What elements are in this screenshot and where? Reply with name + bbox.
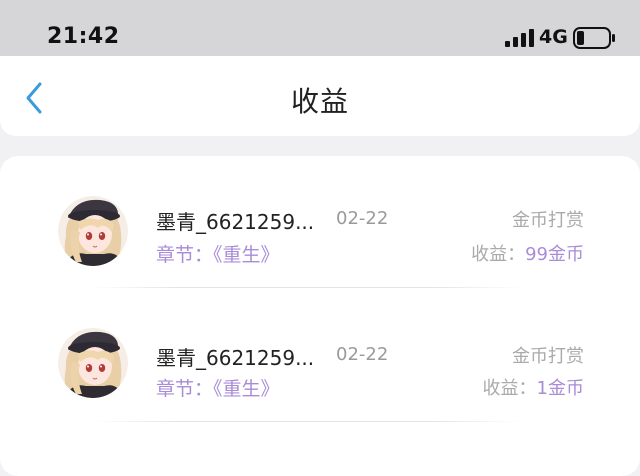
avatar (58, 328, 128, 398)
earning-amount: 1金币 (536, 378, 584, 399)
list-item[interactable]: 墨青_6621259... 02-22 章节：《重生》 金币打赏 收益：99金币 (0, 156, 640, 286)
date: 02-22 (336, 208, 389, 229)
page-title: 收益 (290, 85, 349, 118)
nav-bar: 收益 (0, 56, 640, 136)
reward-type: 金币打赏 (512, 346, 584, 367)
signal-bars-icon (505, 29, 534, 47)
network-label: 4G (539, 26, 568, 48)
battery-low-icon (573, 27, 615, 49)
chapter-label: 章节：《重生》 (156, 378, 280, 400)
username: 墨青_6621259... (156, 210, 315, 234)
earning-label: 收益： (482, 378, 537, 399)
earning-label: 收益： (471, 244, 526, 265)
reward-type: 金币打赏 (512, 210, 584, 231)
earning: 收益：99金币 (471, 240, 584, 266)
chapter-label: 章节：《重生》 (156, 244, 280, 266)
status-bar: 21:42 4G (0, 0, 640, 56)
list-item[interactable]: 墨青_6621259... 02-22 章节：《重生》 金币打赏 收益：1金币 (0, 290, 640, 420)
earning: 收益：1金币 (483, 374, 584, 400)
earning-amount: 99金币 (525, 244, 584, 265)
date: 02-22 (336, 344, 389, 365)
divider (92, 421, 522, 422)
divider (92, 287, 522, 288)
avatar (58, 196, 128, 266)
earnings-list: 墨青_6621259... 02-22 章节：《重生》 金币打赏 收益：99金币 (0, 156, 640, 476)
username: 墨青_6621259... (156, 346, 315, 370)
status-time: 21:42 (47, 24, 120, 49)
